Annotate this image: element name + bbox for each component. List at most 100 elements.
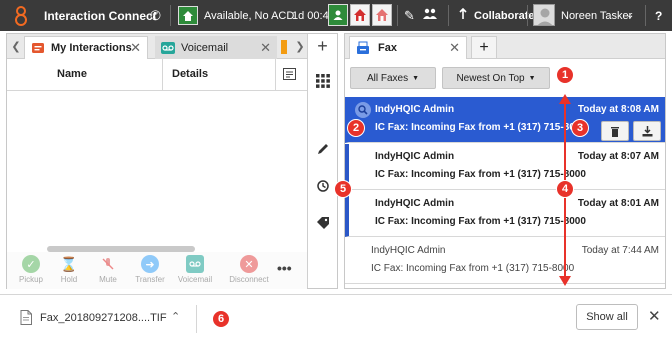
available-status-icon[interactable] — [178, 6, 198, 25]
pickup-button[interactable]: ✓ Pickup — [10, 255, 52, 284]
mute-button[interactable]: Mute — [87, 255, 129, 284]
check-icon: ✓ — [22, 255, 40, 273]
more-options-button[interactable]: ••• — [277, 260, 292, 276]
divider — [170, 5, 171, 26]
fax-list-item[interactable]: IndyHQIC Admin IC Fax: Incoming Fax from… — [345, 144, 665, 190]
avatar[interactable] — [533, 4, 555, 26]
tab-label: Voicemail — [181, 41, 229, 54]
fax-list-item[interactable]: IndyHQIC Admin IC Fax: Incoming Fax from… — [345, 191, 665, 237]
column-header-name[interactable]: Name — [57, 68, 87, 80]
app-title: Interaction Connect — [44, 8, 157, 23]
column-divider — [162, 59, 163, 91]
show-all-button[interactable]: Show all — [576, 304, 638, 330]
caret-down-icon: ▼ — [412, 74, 420, 82]
toolbar-icons: ✎ — [404, 0, 437, 31]
call-controls-bar: ✓ Pickup ⌛ Hold Mute ➜ Transfer Voicemai… — [7, 252, 307, 289]
hold-label: Hold — [60, 275, 78, 284]
trash-icon — [611, 126, 619, 137]
side-toolbar — [307, 59, 337, 288]
tab-label: Fax — [378, 42, 397, 54]
fax-sender: IndyHQIC Admin — [371, 245, 446, 256]
edit-icon[interactable]: ✎ — [404, 8, 415, 24]
hold-button[interactable]: ⌛ Hold — [48, 255, 90, 285]
preview-magnifier-icon[interactable] — [355, 102, 371, 118]
chevron-right-icon[interactable]: ❯ — [293, 34, 307, 59]
hourglass-icon: ⌛ — [60, 255, 78, 272]
arrow-right-icon: ➜ — [141, 255, 159, 273]
status-timer: 1d 00:4 — [292, 9, 329, 22]
transfer-button[interactable]: ➜ Transfer — [129, 255, 171, 284]
pencil-icon[interactable] — [308, 133, 338, 165]
interactions-icon — [31, 41, 45, 55]
tab-fax[interactable]: Fax ✕ — [349, 36, 467, 59]
close-icon[interactable]: ✕ — [648, 307, 661, 325]
close-icon: ✕ — [240, 255, 258, 273]
pickup-label: Pickup — [18, 275, 43, 284]
divider — [397, 5, 398, 26]
fax-list-item[interactable]: IndyHQIC Admin IC Fax: Incoming Fax from… — [345, 97, 665, 143]
download-button[interactable] — [633, 121, 661, 141]
divider — [527, 5, 528, 26]
add-tab-button[interactable]: + — [471, 36, 497, 59]
file-icon — [20, 310, 32, 325]
transfer-label: Transfer — [135, 275, 165, 284]
chevron-up-icon[interactable]: ⌃ — [171, 310, 180, 323]
fax-time: Today at 8:08 AM — [577, 104, 659, 115]
voicemail-button[interactable]: Voicemail — [174, 255, 216, 284]
download-bar: Fax_201809271208....TIF ⌃ 6 Show all ✕ — [0, 294, 672, 341]
annotation-badge: 4 — [556, 180, 574, 198]
close-icon[interactable]: ✕ — [260, 40, 271, 56]
fax-list-item[interactable]: IndyHQIC Admin IC Fax: Incoming Fax from… — [345, 238, 665, 284]
file-name: Fax_201809271208....TIF — [40, 311, 167, 324]
tab-my-interactions[interactable]: My Interactions ✕ — [24, 36, 148, 59]
close-icon[interactable]: ✕ — [130, 40, 141, 56]
filter-label: All Faxes — [366, 72, 409, 84]
voicemail-icon — [186, 255, 204, 273]
fax-time: Today at 8:07 AM — [577, 151, 659, 162]
voicemail-icon — [161, 41, 175, 54]
tab-voicemail[interactable]: Voicemail ✕ — [155, 36, 277, 59]
mute-icon — [99, 255, 117, 273]
keypad-icon[interactable] — [308, 65, 338, 97]
chevron-down-icon[interactable]: ⌄ — [626, 0, 634, 31]
tag-icon[interactable] — [308, 207, 338, 239]
home-status-icon[interactable] — [350, 4, 370, 26]
people-icon[interactable] — [422, 8, 437, 23]
collaborate-icon — [458, 7, 468, 23]
away-status-icon[interactable] — [372, 4, 392, 26]
divider — [645, 5, 646, 26]
annotation-badge: 6 — [212, 310, 230, 328]
status-available-icon[interactable] — [328, 4, 348, 26]
delete-button[interactable] — [601, 121, 629, 141]
fax-time: Today at 7:44 AM — [581, 245, 659, 256]
fax-time: Today at 8:01 AM — [577, 198, 659, 209]
annotation-badge: 5 — [334, 180, 352, 198]
help-button[interactable]: ? — [655, 0, 662, 31]
fax-subject: IC Fax: Incoming Fax from +1 (317) 715-8… — [371, 263, 575, 274]
close-icon[interactable]: ✕ — [449, 40, 460, 56]
column-divider — [275, 59, 276, 91]
all-faxes-dropdown[interactable]: All Faxes ▼ — [350, 67, 436, 89]
phone-icon[interactable]: ✆ — [150, 0, 161, 31]
column-header-details[interactable]: Details — [172, 68, 208, 80]
collaborate-button[interactable]: Collaborate — [458, 0, 535, 31]
interactions-table-header: Name Details — [7, 59, 307, 91]
annotation-badge: 1 — [556, 66, 574, 84]
chevron-left-icon[interactable]: ❮ — [9, 34, 23, 59]
disconnect-button[interactable]: ✕ Disconnect — [226, 255, 272, 284]
collaborate-label: Collaborate — [474, 9, 535, 22]
download-icon — [642, 125, 652, 136]
user-name[interactable]: Noreen Tasker — [561, 0, 632, 31]
partial-tab-icon — [281, 40, 287, 54]
fax-filter-row: All Faxes ▼ Newest On Top ▼ — [345, 59, 665, 96]
status-label[interactable]: Available, No ACD — [204, 0, 294, 31]
add-view-button[interactable]: + — [307, 34, 337, 59]
downloaded-file[interactable]: Fax_201809271208....TIF — [20, 310, 167, 325]
disconnect-label: Disconnect — [229, 275, 269, 284]
mute-label: Mute — [99, 275, 117, 284]
sort-label: Newest On Top — [456, 72, 525, 84]
sort-dropdown[interactable]: Newest On Top ▼ — [442, 67, 550, 89]
caret-down-icon: ▼ — [528, 74, 536, 82]
column-picker-icon[interactable] — [283, 68, 296, 83]
interactions-tab-bar: ❮ My Interactions ✕ Voicemail ✕ ❯ — [7, 34, 307, 59]
